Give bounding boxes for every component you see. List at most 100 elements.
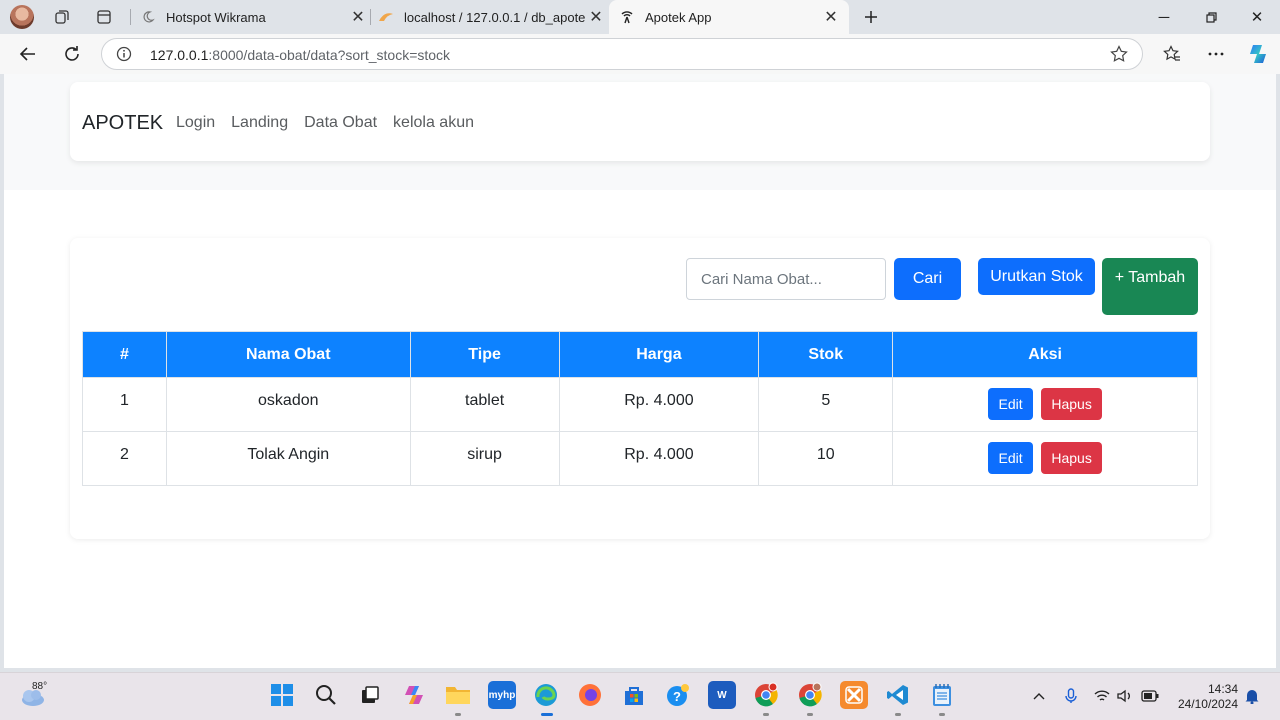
nav-link-data-obat[interactable]: Data Obat (304, 114, 377, 132)
moon-icon (140, 9, 156, 25)
header-nama-obat: Nama Obat (165, 331, 411, 378)
chevron-up-icon[interactable] (1030, 687, 1048, 705)
edit-button[interactable]: Edit (988, 442, 1034, 474)
header-harga: Harga (558, 331, 760, 378)
nav-link-kelola-akun[interactable]: kelola akun (393, 114, 474, 132)
cell-harga: Rp. 4.000 (558, 431, 760, 486)
favorite-star-icon[interactable] (1110, 45, 1128, 68)
copilot-app-icon[interactable] (400, 681, 428, 709)
cell-number: 2 (82, 431, 167, 486)
notification-bell-icon[interactable] (1243, 687, 1261, 705)
search-button[interactable]: Cari (894, 258, 961, 300)
url-path: :8000/data-obat/data?sort_stock=stock (208, 47, 451, 63)
cell-tipe: tablet (409, 377, 560, 432)
chrome-profile-icon[interactable] (796, 681, 824, 709)
browser-tab-strip: Hotspot Wikrama ✕ localhost / 127.0.0.1 … (0, 0, 1280, 34)
vscode-icon[interactable] (884, 681, 912, 709)
tab-hotspot[interactable]: Hotspot Wikrama ✕ (140, 0, 368, 34)
volume-icon[interactable] (1116, 687, 1134, 705)
task-view-icon[interactable] (356, 681, 384, 709)
get-help-icon[interactable]: ? (664, 681, 692, 709)
clock-date: 24/10/2024 (1177, 697, 1238, 711)
microphone-icon[interactable] (1062, 687, 1080, 705)
medicine-card: Cari Urutkan Stok + Tambah # Nama Obat T… (70, 238, 1210, 539)
table-row: 1 oskadon tablet Rp. 4.000 5 Edit Hapus (82, 377, 1198, 432)
delete-button[interactable]: Hapus (1041, 388, 1103, 420)
cell-aksi: Edit Hapus (892, 431, 1198, 486)
url-text: 127.0.0.1:8000/data-obat/data?sort_stock… (150, 47, 450, 63)
phpmyadmin-icon (378, 9, 394, 25)
page-viewport: APOTEK Login Landing Data Obat kelola ak… (4, 74, 1276, 668)
tab-title: localhost / 127.0.0.1 / db_apotek_ (404, 9, 586, 25)
minimize-icon[interactable]: ─ (1141, 0, 1187, 34)
url-host: 127.0.0.1 (150, 47, 209, 63)
myhp-icon[interactable]: myhp (488, 681, 516, 709)
tab-phpmyadmin[interactable]: localhost / 127.0.0.1 / db_apotek_ ✕ (378, 0, 606, 34)
medicine-table: # Nama Obat Tipe Harga Stok Aksi 1 oskad… (82, 331, 1198, 486)
search-icon[interactable] (312, 681, 340, 709)
microsoft-store-icon[interactable] (620, 681, 648, 709)
header-stok: Stok (758, 331, 894, 378)
battery-icon[interactable] (1141, 687, 1159, 705)
close-tab-icon[interactable]: ✕ (586, 7, 606, 27)
cell-nama-obat: oskadon (165, 377, 411, 432)
tab-apotek-app[interactable]: Apotek App ✕ (609, 0, 849, 34)
add-medicine-button[interactable]: + Tambah (1102, 258, 1198, 315)
cell-number: 1 (82, 377, 167, 432)
close-tab-icon[interactable]: ✕ (821, 7, 841, 27)
notepad-icon[interactable] (928, 681, 956, 709)
more-menu-icon[interactable] (1201, 40, 1231, 68)
profile-avatar[interactable] (10, 5, 34, 29)
tab-title: Hotspot Wikrama (166, 9, 266, 25)
address-bar[interactable]: 127.0.0.1:8000/data-obat/data?sort_stock… (101, 38, 1143, 70)
tab-actions-icon[interactable] (93, 6, 115, 28)
navbar-background: APOTEK Login Landing Data Obat kelola ak… (4, 74, 1276, 190)
nav-link-landing[interactable]: Landing (231, 114, 288, 132)
browser-toolbar: 127.0.0.1:8000/data-obat/data?sort_stock… (0, 34, 1280, 74)
clock-time: 14:34 (1207, 682, 1238, 696)
header-number: # (82, 331, 167, 378)
close-tab-icon[interactable]: ✕ (348, 7, 368, 27)
workspaces-icon[interactable] (51, 6, 73, 28)
table-row: 2 Tolak Angin sirup Rp. 4.000 10 Edit Ha… (82, 431, 1198, 486)
cell-harga: Rp. 4.000 (558, 377, 760, 432)
nav-links: Login Landing Data Obat kelola akun (176, 114, 474, 132)
nav-link-login[interactable]: Login (176, 114, 215, 132)
tab-title: Apotek App (645, 9, 712, 25)
file-explorer-icon[interactable] (444, 681, 472, 709)
weather-temperature: 88° (32, 681, 48, 692)
header-tipe: Tipe (409, 331, 560, 378)
cell-nama-obat: Tolak Angin (165, 431, 411, 486)
delete-button[interactable]: Hapus (1041, 442, 1103, 474)
cell-tipe: sirup (409, 431, 560, 486)
search-input[interactable] (686, 258, 886, 300)
windows-taskbar: 88° myhp ? W 14:34 24/10/2024 (0, 672, 1280, 720)
header-aksi: Aksi (892, 331, 1198, 378)
brand-logo[interactable]: APOTEK (82, 112, 163, 135)
new-tab-icon[interactable] (860, 6, 882, 28)
svg-text:?: ? (673, 689, 681, 704)
cell-aksi: Edit Hapus (892, 377, 1198, 432)
wifi-icon[interactable] (1093, 687, 1111, 705)
system-clock[interactable]: 14:34 24/10/2024 (1178, 682, 1238, 712)
back-icon[interactable] (13, 40, 43, 68)
word-icon[interactable]: W (708, 681, 736, 709)
edit-button[interactable]: Edit (988, 388, 1034, 420)
close-window-icon[interactable]: ✕ (1234, 0, 1280, 34)
start-icon[interactable] (268, 681, 296, 709)
cell-stok: 5 (758, 377, 894, 432)
antenna-icon (619, 9, 635, 25)
site-info-icon[interactable] (116, 46, 132, 67)
restore-icon[interactable] (1188, 0, 1234, 34)
navbar: APOTEK Login Landing Data Obat kelola ak… (70, 82, 1210, 161)
refresh-icon[interactable] (57, 40, 87, 68)
favorites-icon[interactable] (1157, 40, 1187, 68)
sort-stock-button[interactable]: Urutkan Stok (978, 258, 1095, 295)
edge-icon[interactable] (532, 681, 560, 709)
firefox-icon[interactable] (576, 681, 604, 709)
cell-stok: 10 (758, 431, 894, 486)
table-header-row: # Nama Obat Tipe Harga Stok Aksi (82, 331, 1198, 378)
copilot-icon[interactable] (1243, 40, 1273, 68)
chrome-icon[interactable] (752, 681, 780, 709)
xampp-icon[interactable] (840, 681, 868, 709)
